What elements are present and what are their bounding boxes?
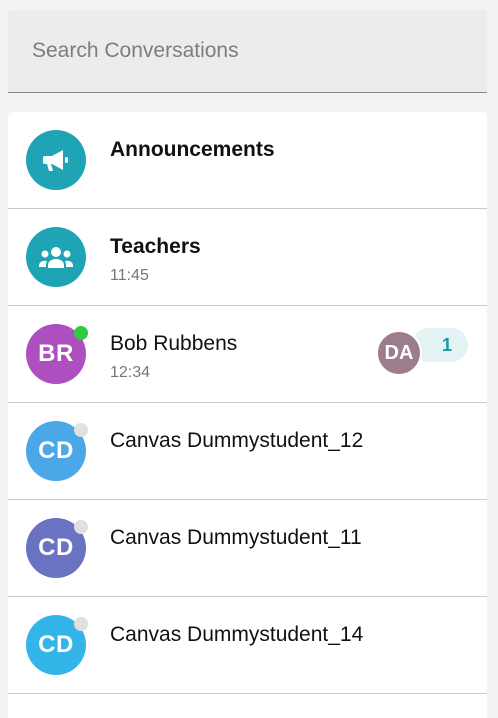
- conversation-row-teachers[interactable]: Teachers 11:45: [8, 209, 487, 306]
- megaphone-icon: [26, 130, 86, 190]
- conversation-name: Bob Rubbens: [110, 332, 238, 355]
- conversation-name: Announcements: [110, 138, 275, 161]
- conversation-name: Canvas Dummystudent_11: [110, 526, 362, 549]
- participant-avatar: DA: [376, 330, 422, 376]
- conversation-row-bob-rubbens[interactable]: BR Bob Rubbens 12:34 1 DA: [8, 306, 487, 403]
- conversation-list: Announcements Teachers 11:45 BR Bob Rubb…: [8, 112, 487, 718]
- conversation-name: Canvas Dummystudent_12: [110, 429, 364, 452]
- search-input[interactable]: [8, 10, 487, 92]
- search-bar: [8, 10, 487, 93]
- conversation-time: 11:45: [110, 267, 149, 284]
- group-icon: [26, 227, 86, 287]
- conversation-row-dummystudent-11[interactable]: CD Canvas Dummystudent_11: [8, 500, 487, 597]
- conversation-time: 12:34: [110, 364, 151, 381]
- conversation-row-announcements[interactable]: Announcements: [8, 112, 487, 209]
- presence-indicator-offline: [74, 617, 88, 631]
- presence-indicator-offline: [74, 520, 88, 534]
- presence-indicator-online: [74, 326, 88, 340]
- conversation-name: Canvas Dummystudent_14: [110, 623, 364, 646]
- conversation-row-dummystudent-12[interactable]: CD Canvas Dummystudent_12: [8, 403, 487, 500]
- conversation-row-dummystudent-14[interactable]: CD Canvas Dummystudent_14: [8, 597, 487, 694]
- presence-indicator-offline: [74, 423, 88, 437]
- conversation-name: Teachers: [110, 235, 201, 258]
